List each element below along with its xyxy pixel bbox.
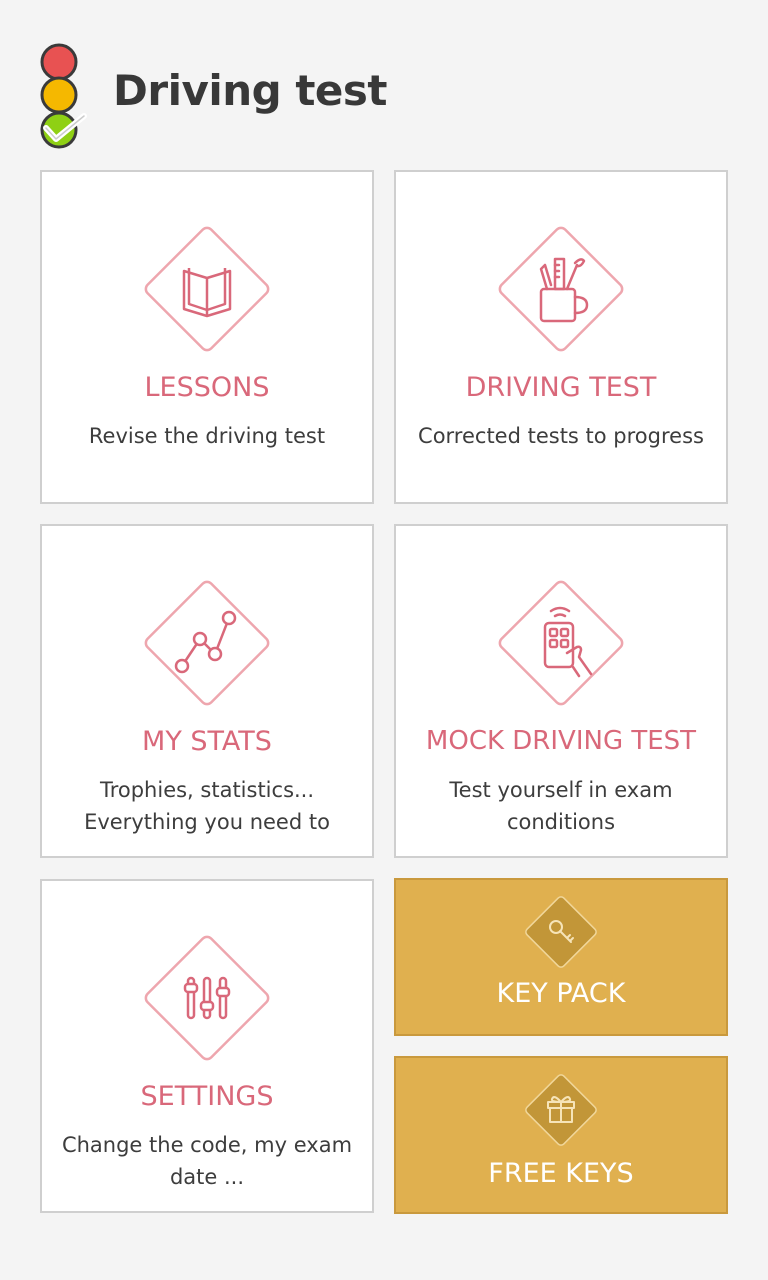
my-stats-subtitle-line1: Trophies, statistics... xyxy=(99,778,315,802)
mock-driving-test-tile[interactable]: MOCK DRIVING TEST Test yourself in exam … xyxy=(394,524,728,858)
lessons-tile[interactable]: LESSONS Revise the driving test xyxy=(40,170,374,504)
mock-subtitle-line1: Test yourself in exam xyxy=(449,778,673,802)
page-title: Driving test xyxy=(113,66,387,115)
settings-subtitle-line2: date ... xyxy=(169,1165,245,1189)
key-icon xyxy=(525,896,597,968)
key-pack-label: KEY PACK xyxy=(496,978,626,1009)
driving-test-title: DRIVING TEST xyxy=(465,372,657,403)
line-chart-icon xyxy=(144,580,270,706)
settings-title: SETTINGS xyxy=(140,1081,274,1112)
app-root: Driving test LESSONS Revise the driving … xyxy=(0,0,768,1280)
lessons-title: LESSONS xyxy=(144,372,270,403)
free-keys-button[interactable]: FREE KEYS xyxy=(394,1056,728,1214)
header: Driving test xyxy=(0,0,768,160)
gift-icon xyxy=(525,1074,597,1146)
my-stats-title: MY STATS xyxy=(142,726,272,757)
settings-subtitle-line1: Change the code, my exam xyxy=(61,1133,353,1157)
sliders-icon xyxy=(144,935,270,1061)
settings-subtitle: Change the code, my exam date ... xyxy=(52,1129,362,1193)
my-stats-tile[interactable]: MY STATS Trophies, statistics... Everyth… xyxy=(40,524,374,858)
driving-test-subtitle: Corrected tests to progress xyxy=(418,424,704,448)
mock-subtitle-line2: conditions xyxy=(506,810,616,834)
free-keys-label: FREE KEYS xyxy=(488,1158,634,1189)
pencil-cup-icon xyxy=(498,226,624,352)
book-icon xyxy=(144,226,270,352)
driving-test-tile[interactable]: DRIVING TEST Corrected tests to progress xyxy=(394,170,728,504)
my-stats-subtitle-line2: Everything you need to xyxy=(84,810,330,834)
my-stats-subtitle: Trophies, statistics... Everything you n… xyxy=(52,774,362,838)
remote-hand-icon xyxy=(498,580,624,706)
traffic-light-check-icon xyxy=(40,43,87,149)
lessons-subtitle: Revise the driving test xyxy=(88,424,326,448)
key-pack-button[interactable]: KEY PACK xyxy=(394,878,728,1036)
settings-tile[interactable]: SETTINGS Change the code, my exam date .… xyxy=(40,879,374,1213)
mock-driving-test-title: MOCK DRIVING TEST xyxy=(425,726,697,756)
mock-driving-test-subtitle: Test yourself in exam conditions xyxy=(406,774,716,838)
